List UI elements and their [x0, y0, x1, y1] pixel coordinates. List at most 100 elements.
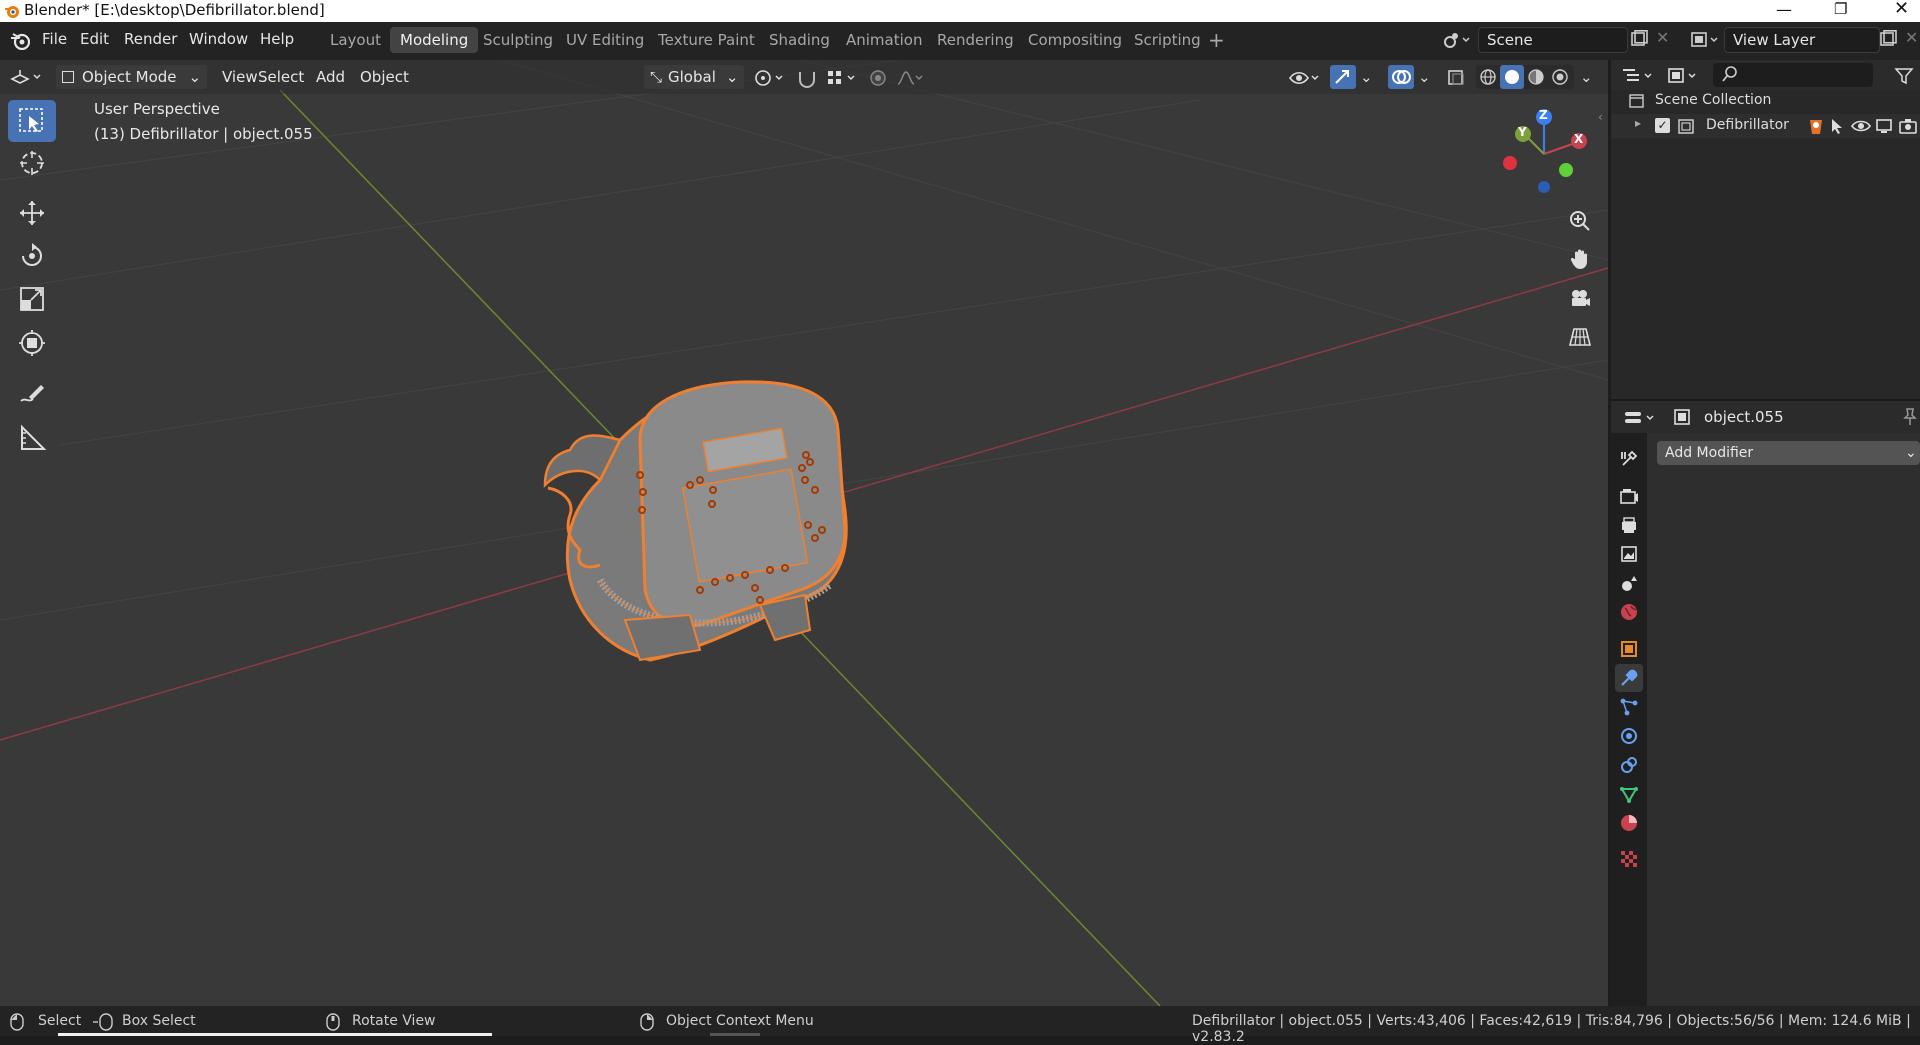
world-tab-icon[interactable] [1615, 598, 1643, 626]
tab-shading[interactable]: Shading [759, 27, 840, 53]
select-box-icon [19, 108, 43, 132]
tab-uv-editing[interactable]: UV Editing [556, 27, 654, 53]
select-box-tool[interactable] [8, 100, 56, 142]
menu-render[interactable]: Render [124, 30, 177, 48]
view-layer-icon[interactable] [1690, 30, 1722, 50]
cursor-tool[interactable] [8, 142, 56, 184]
menu-edit[interactable]: Edit [80, 30, 109, 48]
sidebar-toggle-icon[interactable]: ‹ [1598, 110, 1603, 124]
tab-texture-paint[interactable]: Texture Paint [648, 27, 765, 53]
scale-tool[interactable] [8, 278, 56, 320]
measure-tool[interactable] [8, 417, 56, 459]
transform-orientation-dropdown[interactable]: ⤡ Global ⌄ [644, 65, 745, 89]
render-camera-icon[interactable] [1899, 117, 1917, 135]
add-workspace-icon[interactable]: + [1208, 28, 1225, 52]
editor-type-icon[interactable] [10, 67, 44, 87]
wireframe-shading-icon[interactable] [1478, 67, 1498, 87]
blender-menu-icon[interactable] [10, 32, 30, 50]
gizmo-toggle-icon[interactable] [1330, 65, 1356, 89]
minimize-icon[interactable]: — [1776, 0, 1792, 19]
menu-help[interactable]: Help [260, 30, 294, 48]
object-mode-dropdown[interactable]: Object Mode ⌄ [56, 65, 208, 89]
pin-icon[interactable] [1901, 407, 1919, 427]
output-tab-icon[interactable] [1615, 511, 1643, 539]
perspective-toggle-icon[interactable] [1564, 321, 1596, 353]
eye-icon[interactable] [1851, 117, 1871, 135]
view-layer-tab-icon[interactable] [1615, 540, 1643, 568]
outliner-editor-type-icon[interactable] [1621, 66, 1657, 86]
tab-rendering[interactable]: Rendering [927, 27, 1024, 53]
annotate-tool[interactable] [8, 373, 56, 415]
snap-toggle-icon[interactable] [796, 68, 818, 88]
shading-dropdown-icon[interactable]: ⌄ [1580, 68, 1593, 86]
viewport-disable-icon[interactable] [1875, 117, 1893, 135]
object-data-tab-icon[interactable] [1615, 780, 1643, 808]
overlays-toggle-icon[interactable] [1388, 65, 1414, 89]
modifier-tab-icon[interactable] [1615, 664, 1643, 692]
add-modifier-dropdown[interactable]: Add Modifier ⌄ [1657, 441, 1920, 465]
tab-scripting[interactable]: Scripting [1124, 27, 1211, 53]
menu-object[interactable]: Object [354, 65, 415, 89]
zoom-icon[interactable] [1564, 205, 1596, 237]
camera-view-icon[interactable] [1564, 282, 1596, 314]
solid-shading-icon[interactable] [1500, 65, 1524, 89]
expand-arrow-icon[interactable]: ▸ [1635, 116, 1641, 130]
render-tab-icon[interactable] [1615, 482, 1643, 510]
physics-tab-icon[interactable] [1615, 722, 1643, 750]
menu-add[interactable]: Add [310, 65, 351, 89]
tab-compositing[interactable]: Compositing [1018, 27, 1132, 53]
pan-hand-icon[interactable] [1564, 243, 1596, 275]
properties-editor-type-icon[interactable] [1623, 408, 1659, 428]
exclude-checkbox[interactable]: ✓ [1655, 118, 1670, 133]
snap-increment-icon[interactable] [826, 68, 860, 88]
scale-icon [20, 287, 44, 311]
tab-sculpting[interactable]: Sculpting [473, 27, 563, 53]
xray-toggle-icon[interactable] [1446, 68, 1468, 88]
proportional-editing-icon[interactable] [868, 68, 926, 88]
new-scene-icon[interactable] [1629, 30, 1649, 48]
menu-window[interactable]: Window [189, 30, 248, 48]
rendered-shading-icon[interactable] [1550, 67, 1570, 87]
restore-icon[interactable]: ❐ [1834, 0, 1847, 18]
scene-collection-row[interactable]: Scene Collection [1611, 90, 1920, 112]
constraints-tab-icon[interactable] [1615, 751, 1643, 779]
close-icon[interactable]: ✕ [1894, 0, 1909, 19]
scene-collection-icon [1629, 93, 1645, 109]
selectable-toggle-icon[interactable] [1829, 117, 1845, 135]
delete-view-layer-icon[interactable]: ✕ [1905, 28, 1918, 47]
mouse-right-icon [640, 1013, 654, 1031]
display-mode-icon[interactable] [1667, 66, 1703, 86]
tab-layout[interactable]: Layout [320, 27, 391, 53]
object-tab-icon[interactable] [1615, 635, 1643, 663]
pivot-point-icon[interactable] [754, 68, 788, 88]
rotate-tool[interactable] [8, 235, 56, 277]
new-view-layer-icon[interactable] [1878, 30, 1898, 48]
scene-name-field[interactable]: Scene [1478, 27, 1628, 53]
scene-tab-icon[interactable] [1615, 569, 1643, 597]
outliner-search-input[interactable] [1713, 63, 1873, 87]
delete-scene-icon[interactable]: ✕ [1656, 28, 1669, 47]
gizmo-y-label: Y [1518, 125, 1527, 139]
outliner-item-defibrillator[interactable]: ▸ ✓ Defibrillator [1611, 114, 1920, 138]
navigation-gizmo[interactable]: Z X Y [1494, 104, 1594, 204]
status-context-menu-hint: Object Context Menu [666, 1013, 814, 1029]
tool-tab-icon[interactable] [1615, 445, 1643, 473]
material-tab-icon[interactable] [1615, 809, 1643, 837]
scene-selector-icon[interactable] [1442, 30, 1472, 50]
filter-icon[interactable] [1894, 66, 1914, 86]
view-layer-field[interactable]: View Layer [1724, 27, 1880, 53]
material-preview-icon[interactable] [1526, 67, 1546, 87]
move-tool[interactable] [8, 192, 56, 234]
tab-animation[interactable]: Animation [836, 27, 932, 53]
tab-modeling[interactable]: Modeling [390, 27, 479, 53]
3d-viewport[interactable] [0, 60, 1608, 1006]
visibility-selectability-icon[interactable] [1288, 68, 1322, 88]
measure-icon [21, 424, 47, 450]
overlays-dropdown-icon[interactable]: ⌄ [1418, 68, 1431, 86]
particles-tab-icon[interactable] [1615, 693, 1643, 721]
transform-tool[interactable] [8, 322, 56, 364]
texture-tab-icon[interactable] [1615, 845, 1643, 873]
menu-file[interactable]: File [42, 30, 67, 48]
gizmo-dropdown-icon[interactable]: ⌄ [1360, 68, 1373, 86]
menu-select[interactable]: Select [252, 65, 310, 89]
